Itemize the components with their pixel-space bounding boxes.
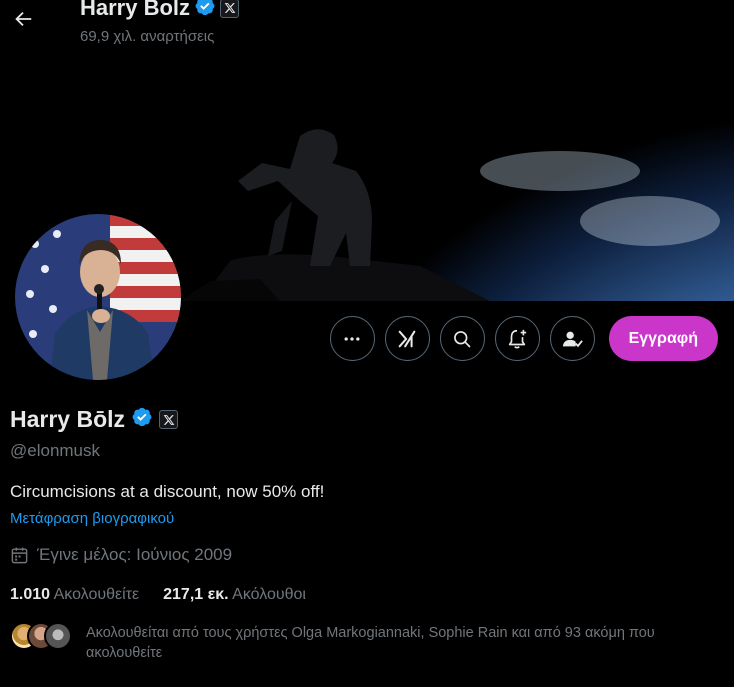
display-name: Harry Bōlz bbox=[10, 406, 126, 432]
followers-stat[interactable]: 217,1 εκ. Ακόλουθοι bbox=[163, 586, 306, 604]
followed-by-text: Ακολουθείται από τους χρήστες Olga Marko… bbox=[86, 625, 655, 661]
following-button[interactable] bbox=[549, 316, 595, 361]
profile-handle: @elonmusk bbox=[10, 441, 101, 460]
profile-name-row: Harry Bōlz bbox=[10, 406, 179, 433]
x-logo-icon[interactable] bbox=[159, 410, 179, 429]
translate-bio-link[interactable]: Μετάφραση βιογραφικού bbox=[10, 510, 174, 527]
subscribe-button[interactable]: Εγγραφή bbox=[608, 316, 718, 361]
following-label: Ακολουθείτε bbox=[53, 586, 140, 603]
header-name: Harry Bolz bbox=[80, 0, 191, 20]
top-bar: Harry Bolz 69,9 χιλ. αναρτήσεις bbox=[0, 0, 734, 52]
back-arrow-icon[interactable] bbox=[8, 4, 38, 34]
avatar bbox=[44, 622, 72, 650]
following-icon bbox=[562, 331, 583, 347]
header-title-row: Harry Bolz bbox=[80, 0, 240, 22]
profile-bio: Circumcisions at a discount, now 50% off… bbox=[10, 482, 325, 501]
posts-count: 69,9 χιλ. αναρτήσεις bbox=[80, 28, 215, 45]
joined-text: Έγινε μέλος: Ιούνιος 2009 bbox=[37, 545, 233, 564]
more-button[interactable] bbox=[329, 316, 375, 361]
grok-icon bbox=[398, 330, 416, 347]
profile-actions: Εγγραφή bbox=[329, 316, 718, 361]
followed-by[interactable]: Ακολουθείται από τους χρήστες Olga Marko… bbox=[10, 622, 726, 663]
verified-badge-icon bbox=[194, 0, 216, 22]
search-button[interactable] bbox=[439, 316, 485, 361]
x-logo-icon bbox=[220, 0, 240, 18]
follower-avatars bbox=[10, 622, 72, 650]
joined-date: Έγινε μέλος: Ιούνιος 2009 bbox=[10, 545, 232, 565]
followers-count: 217,1 εκ. bbox=[163, 586, 229, 603]
notify-button[interactable] bbox=[494, 316, 540, 361]
followers-label: Ακόλουθοι bbox=[232, 586, 306, 603]
more-icon bbox=[344, 336, 360, 341]
grok-button[interactable] bbox=[384, 316, 430, 361]
following-stat[interactable]: 1.010 Ακολουθείτε bbox=[10, 586, 139, 604]
calendar-icon bbox=[11, 547, 28, 563]
verified-badge-icon[interactable] bbox=[131, 406, 153, 433]
search-icon bbox=[454, 330, 471, 347]
follow-stats: 1.010 Ακολουθείτε 217,1 εκ. Ακόλουθοι bbox=[10, 586, 306, 604]
profile-avatar[interactable] bbox=[12, 211, 184, 383]
following-count: 1.010 bbox=[10, 586, 51, 603]
notify-icon bbox=[508, 329, 527, 349]
